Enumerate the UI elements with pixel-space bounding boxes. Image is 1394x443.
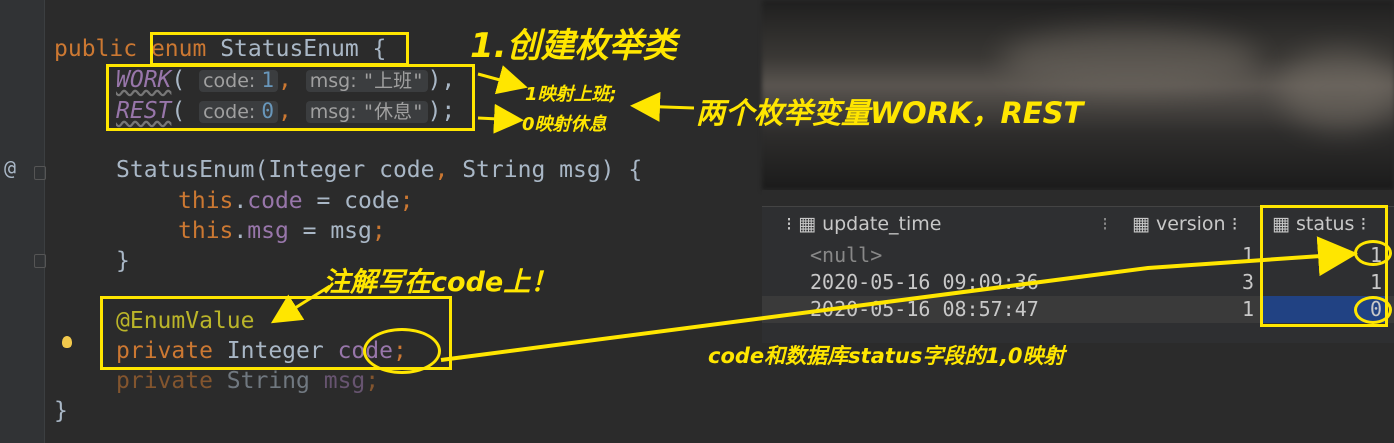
column-header-update-time[interactable]: ⁝ ▦ update_time — [786, 207, 941, 241]
table-cell[interactable]: 1 — [1242, 242, 1254, 269]
annotation-create-enum: 1.创建枚举类 — [470, 26, 677, 66]
code-line-close-class: } — [54, 398, 68, 424]
highlight-ellipse-code — [363, 328, 441, 374]
table-cell[interactable]: 2020-05-16 08:57:47 — [810, 296, 1039, 323]
override-marker: @ — [4, 156, 17, 180]
code-line-field-msg: private String msg; — [116, 368, 380, 394]
code-line-assign-code: this.code = code; — [178, 188, 414, 214]
column-header-version[interactable]: ▦ version ⁝ — [1132, 207, 1238, 241]
annotation-map1: 1映射上班; — [525, 84, 617, 105]
blur-highlight — [1000, 30, 1260, 90]
table-cell[interactable]: <null> — [810, 242, 882, 269]
fold-icon[interactable] — [34, 254, 46, 268]
annotation-two-vars: 两个枚举变量WORK，REST — [696, 96, 1084, 130]
table-cell[interactable]: 3 — [1242, 269, 1254, 296]
sort-icon[interactable]: ⁝ — [1102, 207, 1108, 241]
highlight-ellipse-status-0 — [1354, 296, 1392, 324]
highlight-box-enum-values — [106, 64, 475, 131]
code-line-close-constructor: } — [116, 248, 130, 274]
lightbulb-icon[interactable] — [62, 336, 72, 348]
table-cell[interactable]: 2020-05-16 09:09:36 — [810, 269, 1039, 296]
annotation-on-code: 注解写在code上！ — [323, 267, 558, 298]
blur-highlight — [1280, 50, 1394, 130]
annotation-map0: 0映射休息 — [522, 114, 607, 135]
highlight-ellipse-status-1 — [1354, 240, 1392, 266]
table-cell[interactable]: 1 — [1242, 296, 1254, 323]
fold-icon[interactable] — [34, 166, 46, 180]
editor-gutter: @ — [0, 0, 46, 443]
annotation-db-map: code和数据库status字段的1,0映射 — [708, 344, 1065, 368]
code-line-constructor: StatusEnum(Integer code, String msg) { — [116, 157, 643, 183]
highlight-box-enum-decl — [150, 32, 409, 66]
code-line-assign-msg: this.msg = msg; — [178, 218, 386, 244]
